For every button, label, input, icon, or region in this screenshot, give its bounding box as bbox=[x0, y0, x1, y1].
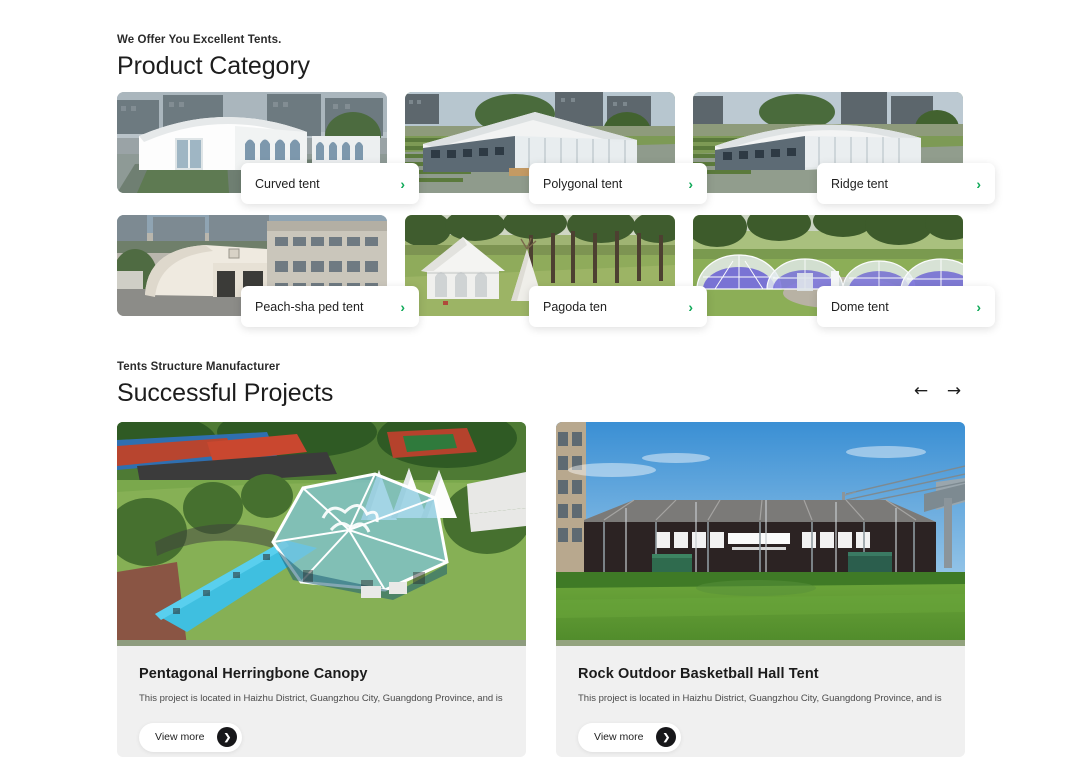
project-description: This project is located in Haizhu Distri… bbox=[578, 693, 943, 704]
chevron-right-icon: › bbox=[400, 298, 405, 315]
projects-header: Tents Structure Manufacturer Successful … bbox=[117, 361, 333, 408]
project-photo-pentagonal-herringbone-canopy bbox=[117, 422, 526, 646]
view-more-button[interactable]: View more ❯ bbox=[578, 722, 682, 752]
chevron-right-icon: ❯ bbox=[217, 727, 238, 748]
project-body: Pentagonal Herringbone Canopy This proje… bbox=[117, 646, 526, 752]
category-card-curved-tent[interactable]: Curved tent › bbox=[117, 92, 419, 204]
project-photo-rock-outdoor-basketball-hall-tent bbox=[556, 422, 965, 646]
category-label-curved-tent[interactable]: Curved tent › bbox=[241, 163, 419, 204]
page-root: We Offer You Excellent Tents. Product Ca… bbox=[0, 0, 1081, 777]
project-description: This project is located in Haizhu Distri… bbox=[139, 693, 504, 704]
category-label-polygonal-tent[interactable]: Polygonal tent › bbox=[529, 163, 707, 204]
projects-page-title: Successful Projects bbox=[117, 379, 334, 407]
product-category-header: We Offer You Excellent Tents. Product Ca… bbox=[117, 34, 310, 81]
chevron-right-icon: › bbox=[976, 298, 981, 315]
project-card-rock-outdoor-basketball-hall-tent[interactable]: Rock Outdoor Basketball Hall Tent This p… bbox=[556, 422, 965, 757]
carousel-nav: ← → bbox=[911, 381, 964, 401]
category-label-text: Polygonal tent bbox=[543, 176, 623, 191]
arrow-right-icon[interactable]: → bbox=[944, 381, 964, 401]
category-label-text: Dome tent bbox=[831, 299, 889, 314]
category-card-peach-shaped-tent[interactable]: Peach-sha ped tent › bbox=[117, 215, 419, 327]
category-label-dome-tent[interactable]: Dome tent › bbox=[817, 286, 995, 327]
view-more-label: View more bbox=[594, 731, 644, 744]
project-title: Pentagonal Herringbone Canopy bbox=[139, 666, 368, 682]
category-card-dome-tent[interactable]: Dome tent › bbox=[693, 215, 995, 327]
category-label-pagoda-tent[interactable]: Pagoda ten › bbox=[529, 286, 707, 327]
product-page-title: Product Category bbox=[117, 52, 310, 80]
chevron-right-icon: › bbox=[400, 175, 405, 192]
projects-grid: Pentagonal Herringbone Canopy This proje… bbox=[117, 422, 965, 757]
product-category-grid: Curved tent › Polygonal tent › Ridge ten… bbox=[117, 92, 995, 327]
project-card-pentagonal-herringbone-canopy[interactable]: Pentagonal Herringbone Canopy This proje… bbox=[117, 422, 526, 757]
project-title: Rock Outdoor Basketball Hall Tent bbox=[578, 666, 819, 682]
category-label-text: Pagoda ten bbox=[543, 299, 607, 314]
view-more-label: View more bbox=[155, 731, 205, 744]
category-card-pagoda-tent[interactable]: Pagoda ten › bbox=[405, 215, 707, 327]
category-label-text: Ridge tent bbox=[831, 176, 888, 191]
chevron-right-icon: › bbox=[688, 298, 693, 315]
product-eyebrow: We Offer You Excellent Tents. bbox=[117, 34, 282, 46]
arrow-left-icon[interactable]: ← bbox=[911, 381, 931, 401]
category-card-ridge-tent[interactable]: Ridge tent › bbox=[693, 92, 995, 204]
category-label-text: Curved tent bbox=[255, 176, 320, 191]
category-card-polygonal-tent[interactable]: Polygonal tent › bbox=[405, 92, 707, 204]
category-label-text: Peach-sha ped tent bbox=[255, 299, 364, 314]
chevron-right-icon: ❯ bbox=[656, 727, 677, 748]
category-label-peach-shaped-tent[interactable]: Peach-sha ped tent › bbox=[241, 286, 419, 327]
chevron-right-icon: › bbox=[688, 175, 693, 192]
category-label-ridge-tent[interactable]: Ridge tent › bbox=[817, 163, 995, 204]
projects-eyebrow: Tents Structure Manufacturer bbox=[117, 361, 280, 373]
chevron-right-icon: › bbox=[976, 175, 981, 192]
view-more-button[interactable]: View more ❯ bbox=[139, 722, 243, 752]
project-body: Rock Outdoor Basketball Hall Tent This p… bbox=[556, 646, 965, 752]
